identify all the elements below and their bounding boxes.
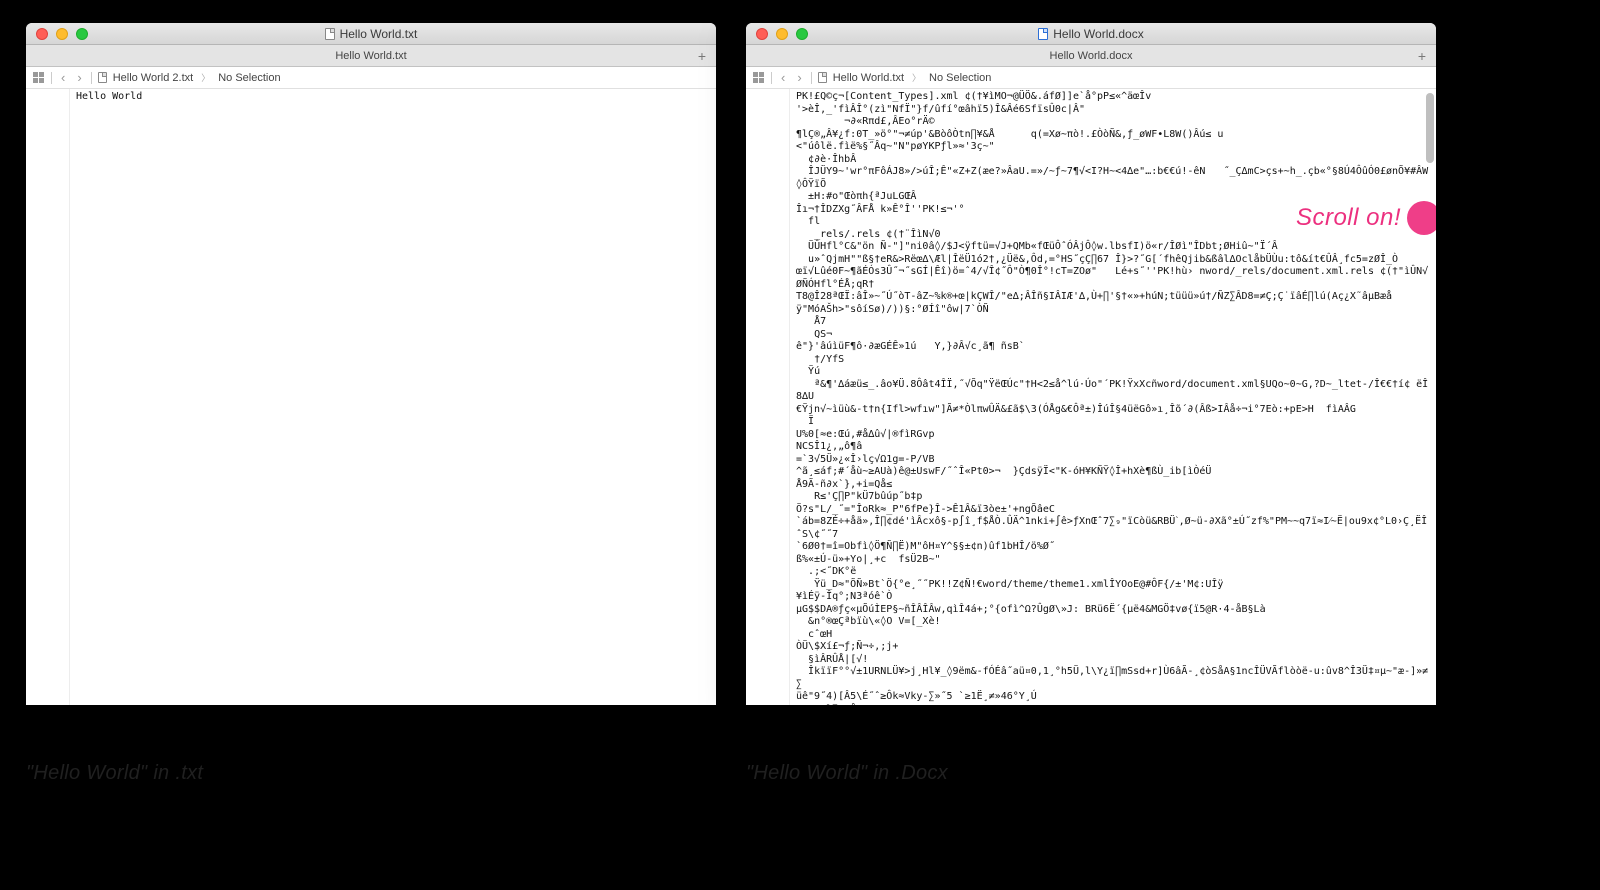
caption-left: "Hello World" in .txt bbox=[26, 762, 203, 785]
tab-label[interactable]: Hello World.docx bbox=[1050, 50, 1133, 62]
annotation-marker-icon bbox=[1407, 201, 1436, 235]
breadcrumb-bar: ‹ › Hello World 2.txt 〉 No Selection bbox=[26, 67, 716, 89]
titlebar[interactable]: Hello World.docx bbox=[746, 23, 1436, 45]
related-items-icon[interactable] bbox=[32, 71, 45, 84]
title-text: Hello World.txt bbox=[340, 27, 418, 41]
gutter bbox=[26, 89, 70, 705]
divider bbox=[771, 72, 772, 84]
nav-forward-button[interactable]: › bbox=[794, 70, 804, 85]
zoom-icon[interactable] bbox=[76, 28, 88, 40]
window-title: Hello World.docx bbox=[1038, 27, 1143, 41]
editor-window-docx: Hello World.docx Hello World.docx + ‹ › … bbox=[746, 23, 1436, 705]
close-icon[interactable] bbox=[36, 28, 48, 40]
breadcrumb-selection: No Selection bbox=[929, 72, 991, 84]
minimize-icon[interactable] bbox=[56, 28, 68, 40]
close-icon[interactable] bbox=[756, 28, 768, 40]
divider bbox=[91, 72, 92, 84]
breadcrumb-bar: ‹ › Hello World.txt 〉 No Selection bbox=[746, 67, 1436, 89]
related-items-icon[interactable] bbox=[752, 71, 765, 84]
chevron-right-icon: 〉 bbox=[910, 71, 923, 84]
breadcrumb-file[interactable]: Hello World.txt bbox=[833, 72, 904, 84]
document-icon bbox=[325, 28, 335, 40]
breadcrumb-selection: No Selection bbox=[218, 72, 280, 84]
title-text: Hello World.docx bbox=[1053, 27, 1143, 41]
nav-back-button[interactable]: ‹ bbox=[778, 70, 788, 85]
document-icon bbox=[98, 72, 107, 83]
window-title: Hello World.txt bbox=[325, 27, 418, 41]
nav-back-button[interactable]: ‹ bbox=[58, 70, 68, 85]
caption-right: "Hello World" in .Docx bbox=[746, 762, 948, 785]
document-icon bbox=[818, 72, 827, 83]
window-controls bbox=[746, 28, 808, 40]
titlebar[interactable]: Hello World.txt bbox=[26, 23, 716, 45]
minimize-icon[interactable] bbox=[776, 28, 788, 40]
editor-area: PK!£Q©ç¬[Content_Types].xml ¢(†¥ìMO¬@ÜÖ&… bbox=[746, 89, 1436, 705]
scrollbar-thumb[interactable] bbox=[1426, 93, 1434, 163]
tabbar: Hello World.docx + bbox=[746, 45, 1436, 67]
divider bbox=[51, 72, 52, 84]
editor-window-txt: Hello World.txt Hello World.txt + ‹ › He… bbox=[26, 23, 716, 705]
annotation: Scroll on! bbox=[1296, 201, 1436, 235]
new-tab-button[interactable]: + bbox=[1412, 46, 1432, 66]
document-icon bbox=[1038, 28, 1048, 40]
window-controls bbox=[26, 28, 88, 40]
chevron-right-icon: 〉 bbox=[199, 71, 212, 84]
code-content[interactable]: PK!£Q©ç¬[Content_Types].xml ¢(†¥ìMO¬@ÜÖ&… bbox=[790, 89, 1436, 705]
code-content[interactable]: Hello World bbox=[70, 89, 716, 705]
tabbar: Hello World.txt + bbox=[26, 45, 716, 67]
zoom-icon[interactable] bbox=[796, 28, 808, 40]
gutter bbox=[746, 89, 790, 705]
breadcrumb-file[interactable]: Hello World 2.txt bbox=[113, 72, 194, 84]
annotation-text: Scroll on! bbox=[1296, 204, 1401, 232]
tab-label[interactable]: Hello World.txt bbox=[335, 50, 406, 62]
nav-forward-button[interactable]: › bbox=[74, 70, 84, 85]
new-tab-button[interactable]: + bbox=[692, 46, 712, 66]
divider bbox=[811, 72, 812, 84]
editor-area: Hello World bbox=[26, 89, 716, 705]
